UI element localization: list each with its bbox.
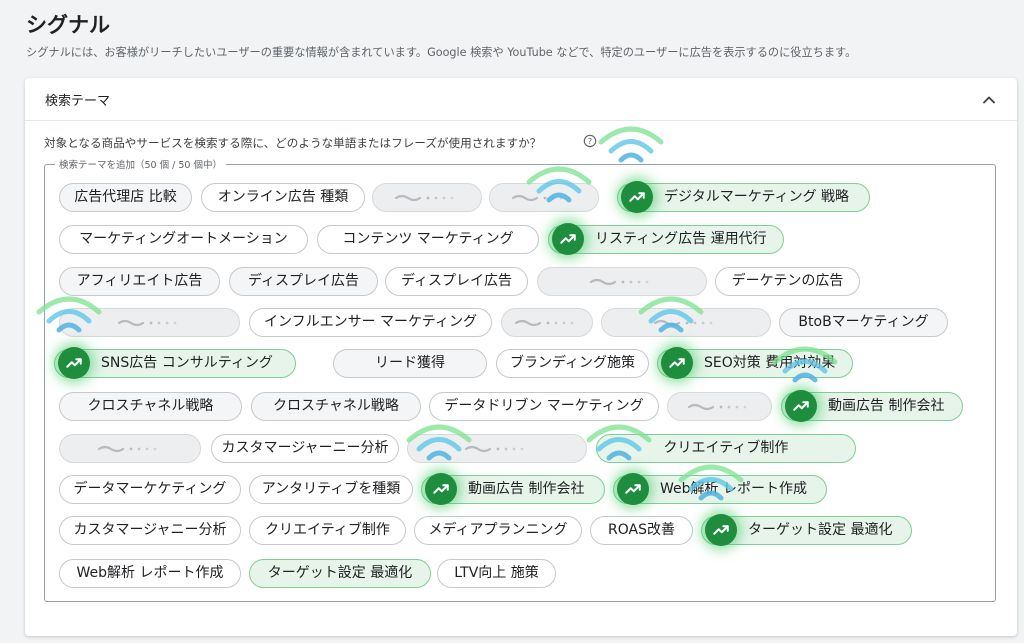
search-theme-chip[interactable]: リード獲得 xyxy=(333,349,487,378)
page-description: シグナルには、お客様がリーチしたいユーザーの重要な情報が含まれています。Goog… xyxy=(26,46,857,59)
chip-redacted[interactable] xyxy=(537,267,707,296)
search-theme-chip[interactable]: Web解析 レポート作成 xyxy=(59,559,241,588)
svg-text:?: ? xyxy=(588,136,592,146)
help-icon[interactable]: ? xyxy=(583,134,597,148)
signal-chip[interactable]: クリエイティブ制作 xyxy=(596,434,856,463)
chip-redacted[interactable] xyxy=(59,308,240,337)
search-theme-chip[interactable]: ROAS改善 xyxy=(590,516,693,545)
trending-up-icon xyxy=(785,390,817,422)
page-title: シグナル xyxy=(26,13,110,37)
card-header[interactable]: 検索テーマ xyxy=(25,78,1017,121)
search-theme-chip[interactable]: メディアプランニング xyxy=(414,516,582,545)
question-text: 対象となる商品やサービスを検索する際に、どのような単語またはフレーズが使用されま… xyxy=(44,136,542,150)
search-theme-chip[interactable]: データマーケケティング xyxy=(59,475,241,504)
search-theme-chip[interactable]: カスタマージャーニー分析 xyxy=(211,434,399,463)
chip-redacted[interactable] xyxy=(372,183,482,212)
trending-up-icon xyxy=(621,181,653,213)
trending-up-icon xyxy=(552,223,584,255)
search-theme-chip[interactable]: データドリブン マーケティング xyxy=(429,392,659,421)
signal-chip[interactable]: デジタルマーケティング 戦略 xyxy=(617,183,870,212)
search-theme-chip[interactable]: ディスプレイ広告 xyxy=(229,267,378,296)
field-label: 検索テーマを追加（50 個 / 50 個中） xyxy=(59,160,222,171)
trending-up-icon xyxy=(705,514,737,546)
search-theme-chip[interactable]: インフルエンサー マーケティング xyxy=(249,308,492,337)
search-theme-chip[interactable]: デーケテンの広告 xyxy=(715,267,860,296)
trending-up-icon xyxy=(425,473,457,505)
card-title: 検索テーマ xyxy=(45,94,111,109)
signal-chip[interactable]: SNS広告 コンサルティング xyxy=(54,349,296,378)
chip-redacted[interactable] xyxy=(489,183,599,212)
search-theme-chip[interactable]: マーケティングオートメーション xyxy=(59,225,308,254)
chip-redacted[interactable] xyxy=(407,434,587,463)
trending-up-icon xyxy=(58,347,90,379)
search-theme-chip[interactable]: クロスチャネル戦略 xyxy=(59,392,242,421)
trending-up-icon xyxy=(661,347,693,379)
search-theme-chip[interactable]: コンテンツ マーケティング xyxy=(317,225,539,254)
search-theme-chip[interactable]: BtoBマーケティング xyxy=(779,308,948,337)
trending-up-icon xyxy=(617,473,649,505)
search-theme-chip[interactable]: アンタリティブを種類 xyxy=(249,475,413,504)
search-theme-chip[interactable]: クリエイティブ制作 xyxy=(249,516,406,545)
search-theme-chip[interactable]: オンライン広告 種類 xyxy=(201,183,365,212)
search-theme-chip[interactable]: ディスプレイ広告 xyxy=(385,267,528,296)
search-theme-chip[interactable]: 広告代理店 比較 xyxy=(59,183,192,212)
search-theme-chip[interactable]: カスタマージャニー分析 xyxy=(59,516,241,545)
search-theme-chip[interactable]: アフィリエイト広告 xyxy=(59,267,220,296)
search-theme-chip[interactable]: クロスチャネル戦略 xyxy=(251,392,421,421)
chip-redacted[interactable] xyxy=(59,434,201,463)
chip-redacted[interactable] xyxy=(667,392,772,421)
search-theme-chip[interactable]: LTV向上 施策 xyxy=(437,559,556,588)
search-theme-chip[interactable]: ブランディング施策 xyxy=(496,349,649,378)
signal-chip[interactable]: ターゲット設定 最適化 xyxy=(249,559,431,588)
chip-redacted[interactable] xyxy=(501,308,593,337)
chip-redacted[interactable] xyxy=(601,308,771,337)
chevron-up-icon[interactable] xyxy=(979,90,999,110)
